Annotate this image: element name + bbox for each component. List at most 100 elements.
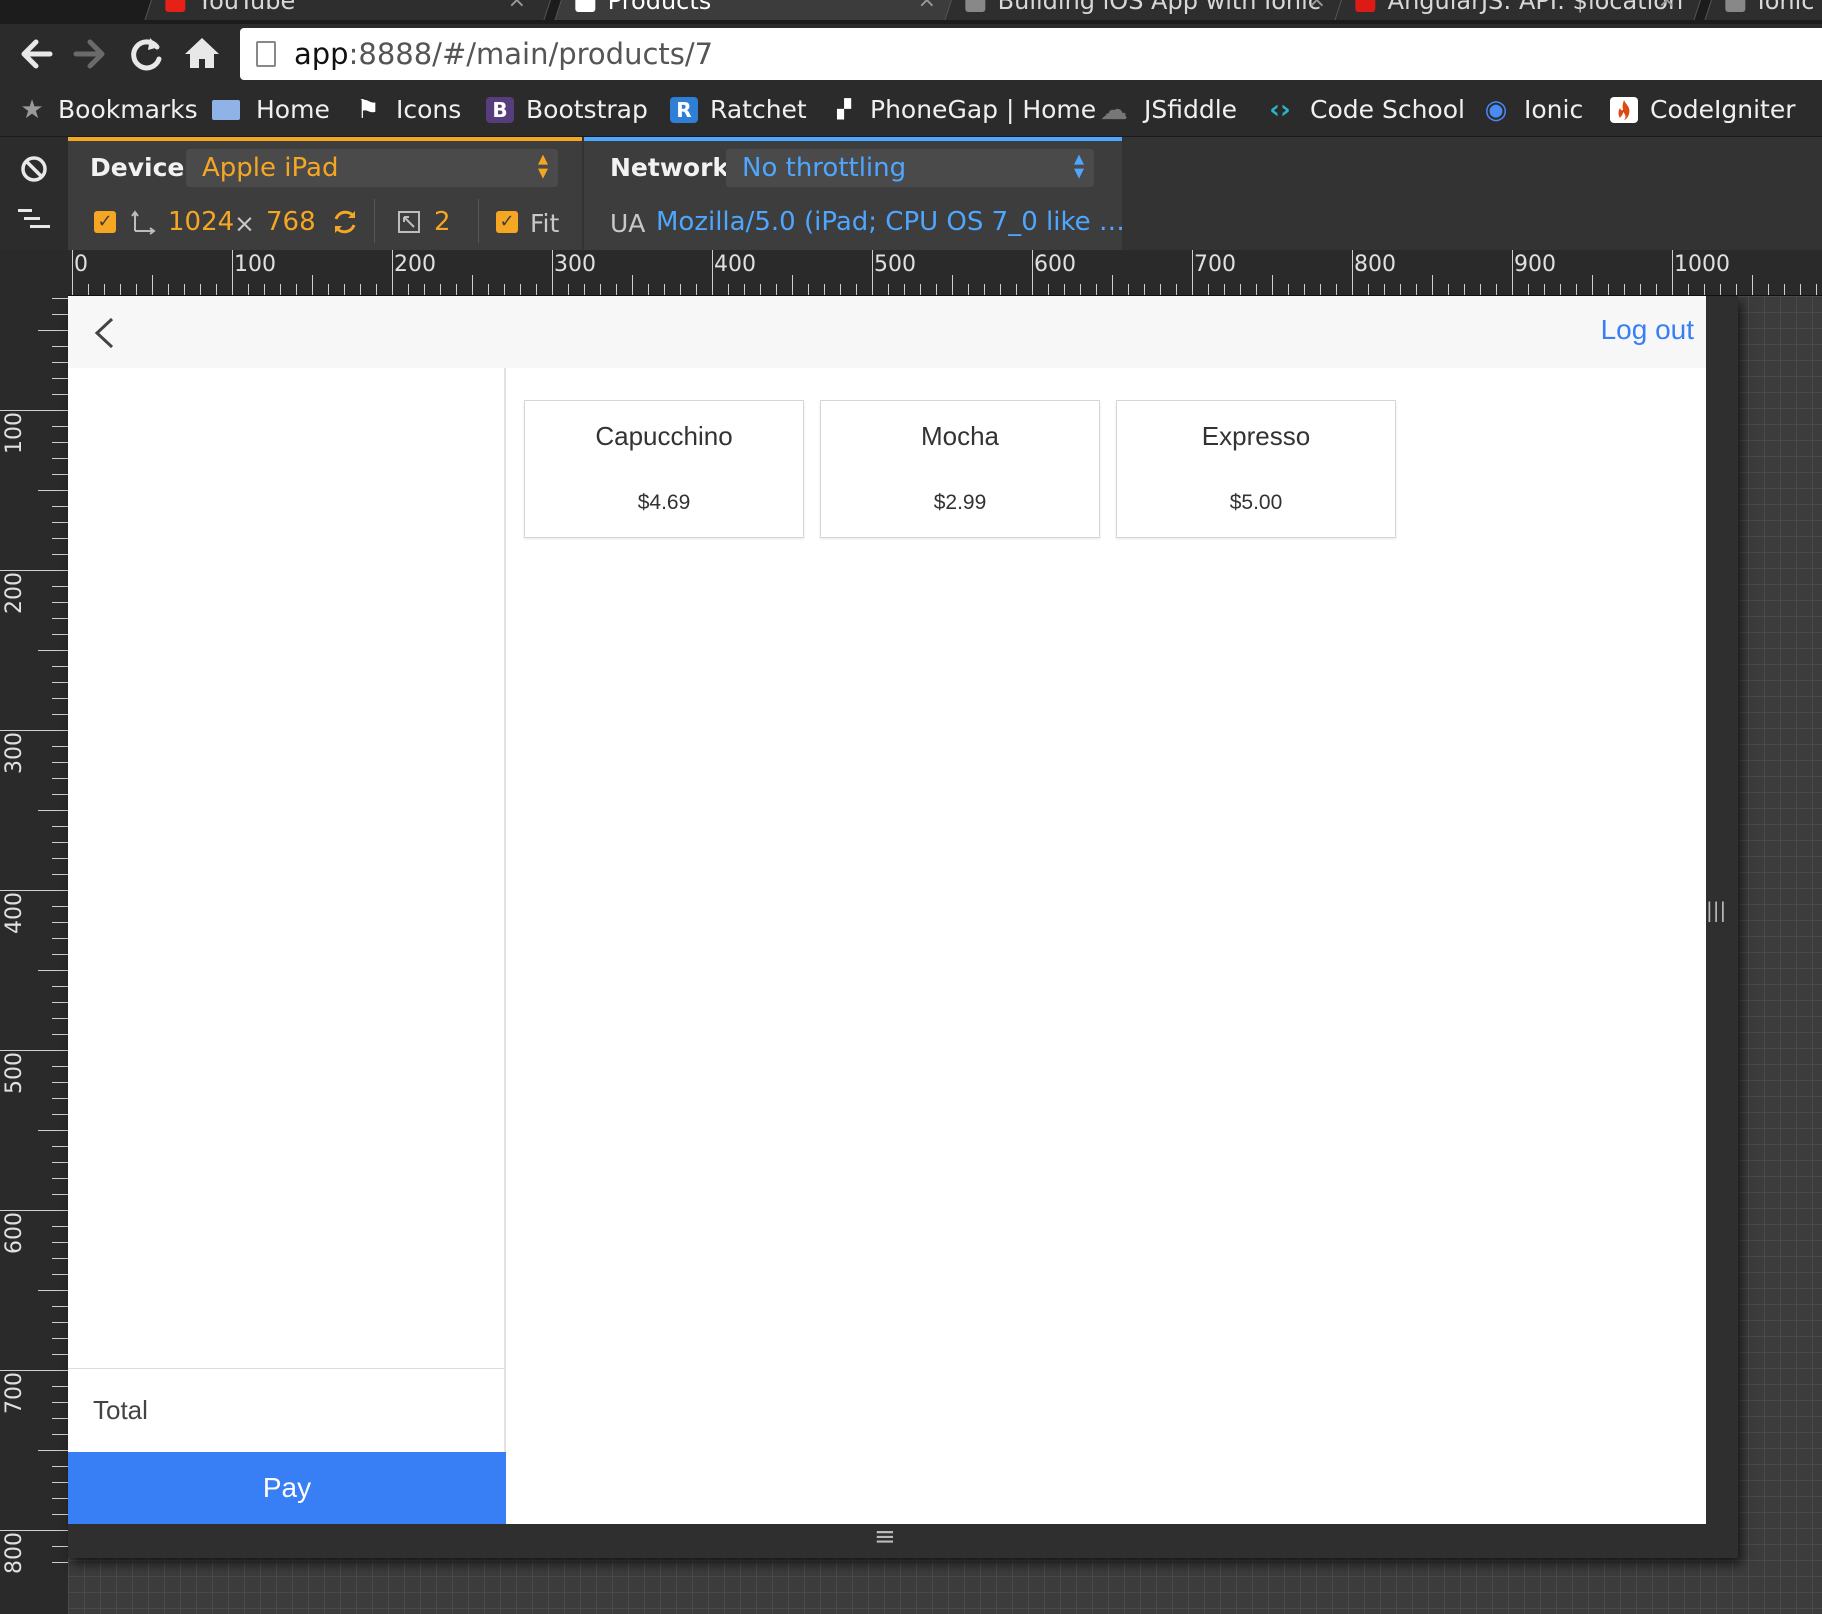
ruler-tick xyxy=(1432,275,1433,295)
browser-tab-3[interactable]: AngularJS: API: $location × xyxy=(1334,0,1706,20)
ruler-tick xyxy=(280,284,281,295)
swap-dimensions-icon[interactable] xyxy=(130,209,156,239)
ruler-tick xyxy=(52,1434,68,1435)
ruler-tick xyxy=(1208,284,1209,295)
browser-tab-4[interactable]: Ionic xyxy=(1704,0,1822,20)
browser-tab-2[interactable]: Building iOS App with Ionic × xyxy=(944,0,1356,20)
bookmark-ionic[interactable]: ◉ Ionic xyxy=(1482,92,1592,128)
bookmark-codeigniter[interactable]: CodeIgniter xyxy=(1610,92,1810,128)
network-select-value: No throttling xyxy=(742,153,907,183)
page-icon xyxy=(256,41,276,67)
ruler-tick xyxy=(52,378,68,379)
ruler-tick xyxy=(52,1418,68,1419)
height-value[interactable]: 768 xyxy=(266,207,316,237)
ruler-tick xyxy=(888,284,889,295)
ruler-tick xyxy=(52,442,68,443)
url-text[interactable]: app:8888/#/main/products/7 xyxy=(294,37,713,71)
ruler-tick xyxy=(1032,250,1033,295)
ruler-tick xyxy=(1768,284,1769,295)
resolution-checkbox[interactable]: ✓ xyxy=(94,211,116,233)
ua-value[interactable]: Mozilla/5.0 (iPad; CPU OS 7_0 like … xyxy=(656,207,1125,237)
tab-favicon-page-icon xyxy=(575,0,596,12)
product-card-mocha[interactable]: Mocha $2.99 xyxy=(820,400,1100,538)
ruler-tick xyxy=(38,330,68,331)
ruler-tick xyxy=(488,284,489,295)
product-price: $4.69 xyxy=(637,491,691,514)
pay-button[interactable]: Pay xyxy=(68,1452,506,1524)
ratchet-r-icon: R xyxy=(670,97,698,123)
bookmark-ratchet[interactable]: R Ratchet xyxy=(670,92,810,128)
tab-close-icon[interactable]: × xyxy=(507,0,525,16)
total-row: Total xyxy=(68,1368,504,1453)
browser-tab-0[interactable]: YouTube × xyxy=(144,0,556,20)
tab-close-icon[interactable]: × xyxy=(1657,0,1675,16)
ruler-tick xyxy=(1656,284,1657,295)
resize-handle-horizontal-icon[interactable]: ≡ xyxy=(874,1522,896,1552)
ruler-tick xyxy=(424,284,425,295)
ruler-tick xyxy=(264,284,265,295)
tab-close-icon[interactable]: × xyxy=(917,0,935,16)
browser-tab-1[interactable]: Products × xyxy=(554,0,966,20)
disable-emulation-icon[interactable] xyxy=(20,155,48,187)
ruler-tick xyxy=(456,284,457,295)
bookmark-home[interactable]: Home xyxy=(212,92,332,128)
ruler-tick xyxy=(52,922,68,923)
ruler-tick xyxy=(52,842,68,843)
network-select[interactable]: No throttling ▲ ▼ xyxy=(726,149,1094,187)
ruler-tick xyxy=(1048,284,1049,295)
bookmark-jsfiddle[interactable]: ☁ JSfiddle xyxy=(1100,92,1250,128)
emulation-side-controls xyxy=(0,137,68,250)
ruler-tick xyxy=(344,284,345,295)
home-icon[interactable] xyxy=(180,32,224,76)
ruler-tick xyxy=(52,1258,68,1259)
tab-favicon-angular-icon xyxy=(1355,0,1376,12)
separator xyxy=(478,199,479,243)
ruler-tick xyxy=(0,1210,68,1211)
tab-close-icon[interactable]: × xyxy=(1307,0,1325,16)
bookmark-icons[interactable]: ⚑ Icons xyxy=(354,92,464,128)
ruler-tick xyxy=(52,426,68,427)
address-bar[interactable]: app:8888/#/main/products/7 xyxy=(240,28,1822,80)
tab-title: Ionic xyxy=(1757,0,1815,15)
width-value[interactable]: 1024 xyxy=(168,207,234,237)
bookmark-bookmarks[interactable]: ★ Bookmarks xyxy=(18,92,197,128)
ruler-tick xyxy=(312,275,313,295)
resize-handle-vertical-icon[interactable]: ||| xyxy=(1706,898,1726,922)
media-queries-icon[interactable] xyxy=(18,207,50,235)
ruler-tick xyxy=(728,284,729,295)
ruler-tick xyxy=(52,1242,68,1243)
ua-label: UA xyxy=(610,209,646,238)
bookmark-bootstrap[interactable]: B Bootstrap xyxy=(486,92,648,128)
product-name: Capucchino xyxy=(595,421,733,451)
dpr-value[interactable]: 2 xyxy=(434,207,451,237)
ruler-tick xyxy=(968,284,969,295)
ruler-tick xyxy=(536,284,537,295)
ruler-tick xyxy=(1800,284,1801,295)
reload-icon[interactable] xyxy=(124,32,168,76)
ruler-tick xyxy=(52,1546,68,1547)
logout-button[interactable]: Log out xyxy=(1601,314,1694,346)
dimension-times: × xyxy=(234,209,255,238)
ruler-tick xyxy=(52,826,68,827)
back-chevron-icon[interactable] xyxy=(90,316,120,350)
bookmark-code-school[interactable]: ‹› Code School xyxy=(1266,92,1466,128)
ruler-tick xyxy=(392,250,393,295)
ruler-tick xyxy=(52,1306,68,1307)
ruler-tick xyxy=(52,1274,68,1275)
ruler-tick xyxy=(52,762,68,763)
back-arrow-icon[interactable] xyxy=(14,32,58,76)
bookmark-phonegap[interactable]: ▞ PhoneGap | Home xyxy=(830,92,1096,128)
ruler-tick xyxy=(52,458,68,459)
fit-checkbox[interactable]: ✓ xyxy=(496,211,518,233)
ruler-tick xyxy=(1240,284,1241,295)
ruler-label: 100 xyxy=(234,252,276,277)
product-card-expresso[interactable]: Expresso $5.00 xyxy=(1116,400,1396,538)
rotate-icon[interactable] xyxy=(330,207,360,241)
ruler-tick xyxy=(1080,284,1081,295)
fit-label: Fit xyxy=(530,209,560,238)
forward-arrow-icon[interactable] xyxy=(68,32,112,76)
ruler-tick xyxy=(600,284,601,295)
ruler-tick xyxy=(1528,284,1529,295)
device-select[interactable]: Apple iPad ▲ ▼ xyxy=(186,149,558,187)
product-card-capucchino[interactable]: Capucchino $4.69 xyxy=(524,400,804,538)
